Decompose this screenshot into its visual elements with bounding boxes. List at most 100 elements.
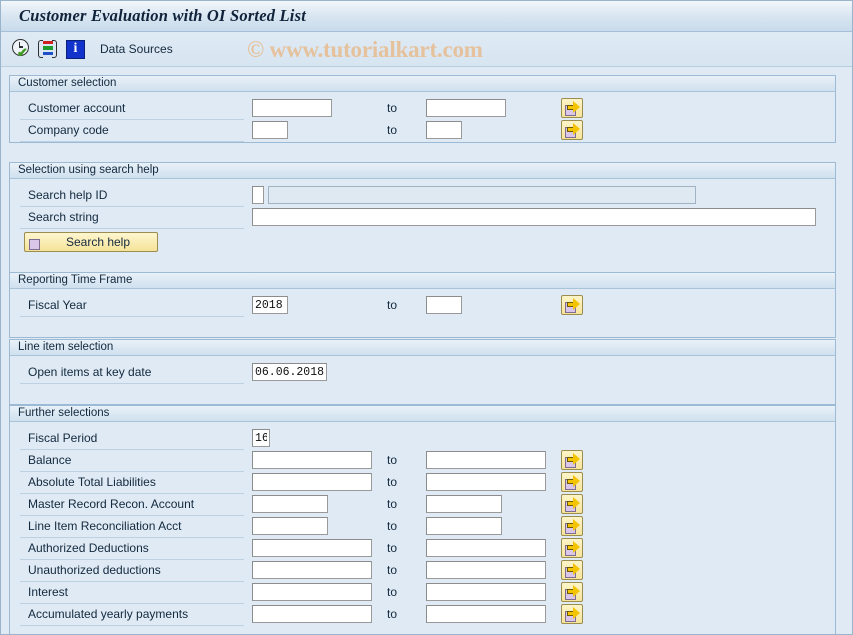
- input-balance-from[interactable]: [252, 451, 372, 469]
- multi-select-master-record-recon-account[interactable]: [561, 494, 583, 514]
- input-master-record-recon-account-to[interactable]: [426, 495, 502, 513]
- input-fiscal-period-from[interactable]: [252, 429, 270, 447]
- panel-selection-using-search-help: Selection using search helpSearch help I…: [9, 162, 836, 273]
- input-absolute-total-liabilities-from[interactable]: [252, 473, 372, 491]
- label-fiscal-period: Fiscal Period: [28, 431, 97, 445]
- to-label: to: [387, 607, 397, 621]
- info-icon[interactable]: [64, 38, 86, 60]
- panel-title-selection-using-search-help: Selection using search help: [10, 163, 835, 179]
- search-help-button-label: Search help: [49, 235, 157, 249]
- multi-select-line-item-reconciliation-acct[interactable]: [561, 516, 583, 536]
- label-search-string: Search string: [28, 210, 99, 224]
- to-label: to: [387, 497, 397, 511]
- row-fiscal-year: Fiscal Yearto: [10, 295, 835, 317]
- right-arrow-icon: [567, 541, 581, 553]
- row-line-item-reconciliation-acct: Line Item Reconciliation Acctto: [10, 516, 835, 538]
- multi-select-company-code[interactable]: [561, 120, 583, 140]
- multi-select-interest[interactable]: [561, 582, 583, 602]
- row-customer-account: Customer accountto: [10, 98, 835, 120]
- right-arrow-icon: [567, 453, 581, 465]
- label-accumulated-yearly-payments: Accumulated yearly payments: [28, 607, 188, 621]
- label-customer-account: Customer account: [28, 101, 125, 115]
- row-authorized-deductions: Authorized Deductionsto: [10, 538, 835, 560]
- row-fiscal-period: Fiscal Period: [10, 428, 835, 450]
- multi-select-accumulated-yearly-payments[interactable]: [561, 604, 583, 624]
- label-fiscal-year: Fiscal Year: [28, 298, 87, 312]
- row-absolute-total-liabilities: Absolute Total Liabilitiesto: [10, 472, 835, 494]
- right-arrow-icon: [567, 123, 581, 135]
- input-fiscal-year-to[interactable]: [426, 296, 462, 314]
- right-arrow-icon: [567, 475, 581, 487]
- panel-title-customer-selection: Customer selection: [10, 76, 835, 92]
- input-fiscal-year-from[interactable]: [252, 296, 288, 314]
- panel-body-customer-selection: Customer accountto Company code to: [10, 92, 835, 142]
- input-search-help-id-text[interactable]: [268, 186, 696, 204]
- right-arrow-icon: [567, 519, 581, 531]
- input-absolute-total-liabilities-to[interactable]: [426, 473, 546, 491]
- sap-selection-screen: Customer Evaluation with OI Sorted List …: [0, 0, 853, 635]
- label-company-code: Company code: [28, 123, 109, 137]
- execute-icon[interactable]: [10, 38, 32, 60]
- row-search-string: Search string: [10, 207, 835, 229]
- right-arrow-icon: [29, 234, 49, 250]
- input-balance-to[interactable]: [426, 451, 546, 469]
- panel-body-reporting-time-frame: Fiscal Yearto: [10, 289, 835, 337]
- row-interest: Interestto: [10, 582, 835, 604]
- input-customer-account-from[interactable]: [252, 99, 332, 117]
- label-interest: Interest: [28, 585, 68, 599]
- label-underline: [20, 625, 244, 626]
- right-arrow-icon: [567, 585, 581, 597]
- row-balance: Balanceto: [10, 450, 835, 472]
- input-accumulated-yearly-payments-from[interactable]: [252, 605, 372, 623]
- input-interest-from[interactable]: [252, 583, 372, 601]
- right-arrow-icon: [567, 298, 581, 310]
- label-master-record-recon-account: Master Record Recon. Account: [28, 497, 194, 511]
- label-authorized-deductions: Authorized Deductions: [28, 541, 149, 555]
- input-company-code-from[interactable]: [252, 121, 288, 139]
- input-search-help-id[interactable]: [252, 186, 264, 204]
- input-authorized-deductions-from[interactable]: [252, 539, 372, 557]
- multi-select-unauthorized-deductions[interactable]: [561, 560, 583, 580]
- input-company-code-to[interactable]: [426, 121, 462, 139]
- input-authorized-deductions-to[interactable]: [426, 539, 546, 557]
- input-master-record-recon-account-from[interactable]: [252, 495, 328, 513]
- row-open-items-at-key-date: Open items at key date: [10, 362, 835, 384]
- input-line-item-reconciliation-acct-to[interactable]: [426, 517, 502, 535]
- input-open-items-at-key-date-from[interactable]: [252, 363, 327, 381]
- to-label: to: [387, 453, 397, 467]
- multi-select-customer-account[interactable]: [561, 98, 583, 118]
- row-accumulated-yearly-payments: Accumulated yearly payments to: [10, 604, 835, 626]
- panel-further-selections: Further selections Fiscal Period Balanceto…: [9, 405, 836, 635]
- right-arrow-icon: [567, 497, 581, 509]
- panel-line-item-selection: Line item selectionOpen items at key dat…: [9, 339, 836, 405]
- panel-body-selection-using-search-help: Search help ID Search string Search help: [10, 179, 835, 272]
- right-arrow-icon: [567, 101, 581, 113]
- input-customer-account-to[interactable]: [426, 99, 506, 117]
- input-accumulated-yearly-payments-to[interactable]: [426, 605, 546, 623]
- data-sources-button[interactable]: Data Sources: [100, 42, 173, 56]
- label-underline: [20, 316, 244, 317]
- arrow-glyph: [31, 234, 45, 246]
- panel-title-further-selections: Further selections: [10, 406, 835, 422]
- input-unauthorized-deductions-from[interactable]: [252, 561, 372, 579]
- row-unauthorized-deductions: Unauthorized deductionsto: [10, 560, 835, 582]
- page-title: Customer Evaluation with OI Sorted List: [19, 6, 306, 26]
- window-title-bar: Customer Evaluation with OI Sorted List: [1, 1, 853, 32]
- panel-body-line-item-selection: Open items at key date: [10, 356, 835, 404]
- search-help-button[interactable]: Search help: [24, 232, 158, 252]
- input-interest-to[interactable]: [426, 583, 546, 601]
- input-search-string[interactable]: [252, 208, 816, 226]
- input-line-item-reconciliation-acct-from[interactable]: [252, 517, 328, 535]
- multi-select-balance[interactable]: [561, 450, 583, 470]
- multi-select-absolute-total-liabilities[interactable]: [561, 472, 583, 492]
- multi-select-fiscal-year[interactable]: [561, 295, 583, 315]
- label-search-help-id: Search help ID: [28, 188, 107, 202]
- to-label: to: [387, 519, 397, 533]
- row-search-help-id: Search help ID: [10, 185, 835, 207]
- variant-icon[interactable]: [37, 38, 59, 60]
- panel-customer-selection: Customer selectionCustomer accounttoComp…: [9, 75, 836, 143]
- to-label: to: [387, 123, 397, 137]
- input-unauthorized-deductions-to[interactable]: [426, 561, 546, 579]
- multi-select-authorized-deductions[interactable]: [561, 538, 583, 558]
- panel-body-further-selections: Fiscal Period BalancetoAbsolute Total Lia…: [10, 422, 835, 635]
